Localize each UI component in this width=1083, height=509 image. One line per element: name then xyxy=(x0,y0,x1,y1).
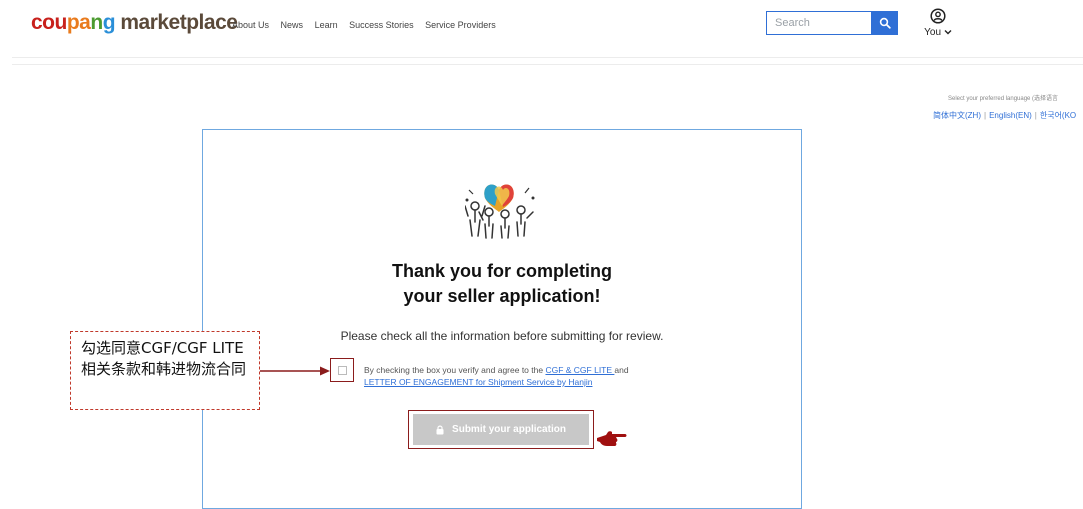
agreement-text: By checking the box you verify and agree… xyxy=(364,364,684,388)
nav-news[interactable]: News xyxy=(281,20,304,30)
hanjin-engagement-link[interactable]: LETTER OF ENGAGEMENT for Shipment Servic… xyxy=(364,377,592,387)
nav-service-providers[interactable]: Service Providers xyxy=(425,20,496,30)
search-icon xyxy=(879,17,891,29)
language-option-zh[interactable]: 简体中文(ZH) xyxy=(933,111,981,120)
pointing-hand-icon xyxy=(597,431,627,446)
nav-success-stories[interactable]: Success Stories xyxy=(349,20,414,30)
page-title: Thank you for completing your seller app… xyxy=(202,259,802,309)
chevron-down-icon xyxy=(944,30,952,35)
nav-about-us[interactable]: About Us xyxy=(232,20,269,30)
cgf-terms-link[interactable]: CGF & CGF LITE xyxy=(545,365,614,375)
main-nav: About Us News Learn Success Stories Serv… xyxy=(232,20,505,30)
lock-icon xyxy=(436,425,444,434)
language-option-ko[interactable]: 한국어(KO xyxy=(1040,111,1076,120)
annotation-arrow xyxy=(260,366,330,376)
celebration-illustration xyxy=(465,184,535,239)
header-divider xyxy=(12,57,1083,58)
agreement-prefix: By checking the box you verify and agree… xyxy=(364,365,546,375)
submit-application-button[interactable]: Submit your application xyxy=(413,414,589,445)
submit-label: Submit your application xyxy=(452,424,566,435)
page-title-line1: Thank you for completing xyxy=(391,261,612,281)
search-input[interactable] xyxy=(767,12,871,34)
language-separator: | xyxy=(984,111,987,120)
nav-learn[interactable]: Learn xyxy=(315,20,338,30)
language-separator: | xyxy=(1034,111,1037,120)
page-title-line2: your seller application! xyxy=(403,286,601,306)
agree-checkbox[interactable] xyxy=(338,366,347,375)
user-label: You xyxy=(924,27,942,38)
coupang-marketplace-logo[interactable]: coupang marketplace xyxy=(31,11,238,35)
language-hint: Select your preferred language (选择语言 xyxy=(948,96,1059,102)
annotation-note: 勾选同意CGF/CGF LITE相关条款和韩进物流合同 xyxy=(70,331,260,410)
top-header: coupang marketplace About Us News Learn … xyxy=(0,0,1083,56)
agreement-and: and xyxy=(614,365,629,375)
search-box xyxy=(766,11,872,35)
search-button[interactable] xyxy=(872,11,898,35)
review-instruction: Please check all the information before … xyxy=(340,329,664,343)
language-option-en[interactable]: English(EN) xyxy=(989,111,1032,120)
header-divider-secondary xyxy=(12,64,1083,65)
user-menu[interactable]: You xyxy=(922,8,954,38)
user-icon xyxy=(930,8,946,24)
language-selector: 简体中文(ZH) | English(EN) | 한국어(KO xyxy=(933,110,1076,121)
